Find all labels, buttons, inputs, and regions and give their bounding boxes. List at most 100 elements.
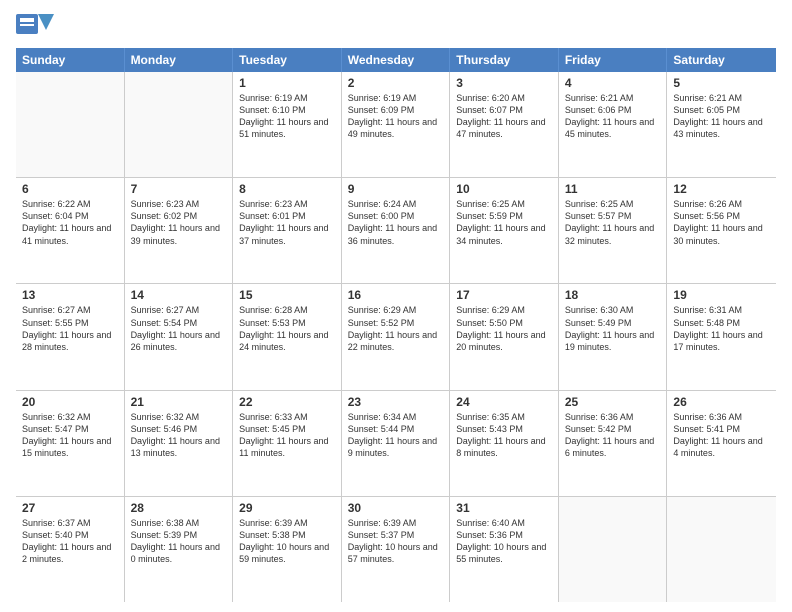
day-number: 16 [348, 288, 444, 302]
day-number: 30 [348, 501, 444, 515]
calendar-body: 1Sunrise: 6:19 AM Sunset: 6:10 PM Daylig… [16, 72, 776, 602]
day-info: Sunrise: 6:28 AM Sunset: 5:53 PM Dayligh… [239, 304, 335, 353]
empty-cell [559, 497, 668, 602]
day-cell-6: 6Sunrise: 6:22 AM Sunset: 6:04 PM Daylig… [16, 178, 125, 283]
day-cell-5: 5 Sunrise: 6:21 AM Sunset: 6:05 PM Daylig… [667, 72, 776, 177]
day-info: Sunrise: 6:30 AM Sunset: 5:49 PM Dayligh… [565, 304, 661, 353]
day-cell-3: 3Sunrise: 6:20 AM Sunset: 6:07 PM Daylig… [450, 72, 559, 177]
week-row-2: 6Sunrise: 6:22 AM Sunset: 6:04 PM Daylig… [16, 178, 776, 284]
day-info: Sunrise: 6:26 AM Sunset: 5:56 PM Dayligh… [673, 198, 770, 247]
header-day-friday: Friday [559, 48, 668, 72]
day-cell-27: 27Sunrise: 6:37 AM Sunset: 5:40 PM Dayli… [16, 497, 125, 602]
header [16, 10, 776, 42]
day-cell-31: 31 Sunrise: 6:40 AM Sunset: 5:36 PM Dayli… [450, 497, 559, 602]
calendar: SundayMondayTuesdayWednesdayThursdayFrid… [16, 48, 776, 602]
header-day-monday: Monday [125, 48, 234, 72]
day-number: 6 [22, 182, 118, 196]
day-cell-11: 11 Sunrise: 6:25 AM Sunset: 5:57 PM Dayli… [559, 178, 668, 283]
day-number: 10 [456, 182, 552, 196]
day-cell-4: 4 Sunrise: 6:21 AM Sunset: 6:06 PM Daylig… [559, 72, 668, 177]
day-cell-1: 1Sunrise: 6:19 AM Sunset: 6:10 PM Daylig… [233, 72, 342, 177]
day-cell-17: 17 Sunrise: 6:29 AM Sunset: 5:50 PM Dayli… [450, 284, 559, 389]
day-cell-15: 15Sunrise: 6:28 AM Sunset: 5:53 PM Dayli… [233, 284, 342, 389]
day-number: 8 [239, 182, 335, 196]
day-info: Sunrise: 6:39 AM Sunset: 5:37 PM Dayligh… [348, 517, 444, 566]
week-row-3: 13 Sunrise: 6:27 AM Sunset: 5:55 PM Dayli… [16, 284, 776, 390]
day-info: Sunrise: 6:20 AM Sunset: 6:07 PM Dayligh… [456, 92, 552, 141]
day-number: 17 [456, 288, 552, 302]
day-number: 24 [456, 395, 552, 409]
day-info: Sunrise: 6:21 AM Sunset: 6:05 PM Dayligh… [673, 92, 770, 141]
day-cell-7: 7Sunrise: 6:23 AM Sunset: 6:02 PM Daylig… [125, 178, 234, 283]
day-info: Sunrise: 6:39 AM Sunset: 5:38 PM Dayligh… [239, 517, 335, 566]
day-info: Sunrise: 6:27 AM Sunset: 5:54 PM Dayligh… [131, 304, 227, 353]
header-day-wednesday: Wednesday [342, 48, 451, 72]
empty-cell [125, 72, 234, 177]
day-number: 12 [673, 182, 770, 196]
page: SundayMondayTuesdayWednesdayThursdayFrid… [0, 0, 792, 612]
day-info: Sunrise: 6:32 AM Sunset: 5:47 PM Dayligh… [22, 411, 118, 460]
empty-cell [16, 72, 125, 177]
day-info: Sunrise: 6:37 AM Sunset: 5:40 PM Dayligh… [22, 517, 118, 566]
day-cell-30: 30 Sunrise: 6:39 AM Sunset: 5:37 PM Dayli… [342, 497, 451, 602]
logo-icon [16, 10, 54, 42]
day-cell-12: 12 Sunrise: 6:26 AM Sunset: 5:56 PM Dayli… [667, 178, 776, 283]
day-info: Sunrise: 6:25 AM Sunset: 5:59 PM Dayligh… [456, 198, 552, 247]
day-info: Sunrise: 6:21 AM Sunset: 6:06 PM Dayligh… [565, 92, 661, 141]
day-info: Sunrise: 6:36 AM Sunset: 5:42 PM Dayligh… [565, 411, 661, 460]
day-cell-16: 16 Sunrise: 6:29 AM Sunset: 5:52 PM Dayli… [342, 284, 451, 389]
day-cell-23: 23Sunrise: 6:34 AM Sunset: 5:44 PM Dayli… [342, 391, 451, 496]
day-cell-22: 22 Sunrise: 6:33 AM Sunset: 5:45 PM Dayli… [233, 391, 342, 496]
day-info: Sunrise: 6:36 AM Sunset: 5:41 PM Dayligh… [673, 411, 770, 460]
day-info: Sunrise: 6:24 AM Sunset: 6:00 PM Dayligh… [348, 198, 444, 247]
day-cell-8: 8 Sunrise: 6:23 AM Sunset: 6:01 PM Daylig… [233, 178, 342, 283]
day-number: 7 [131, 182, 227, 196]
day-info: Sunrise: 6:25 AM Sunset: 5:57 PM Dayligh… [565, 198, 661, 247]
day-number: 31 [456, 501, 552, 515]
day-cell-14: 14 Sunrise: 6:27 AM Sunset: 5:54 PM Dayli… [125, 284, 234, 389]
day-info: Sunrise: 6:31 AM Sunset: 5:48 PM Dayligh… [673, 304, 770, 353]
day-cell-2: 2 Sunrise: 6:19 AM Sunset: 6:09 PM Daylig… [342, 72, 451, 177]
day-number: 14 [131, 288, 227, 302]
day-number: 9 [348, 182, 444, 196]
day-number: 13 [22, 288, 118, 302]
day-cell-9: 9 Sunrise: 6:24 AM Sunset: 6:00 PM Daylig… [342, 178, 451, 283]
day-number: 20 [22, 395, 118, 409]
day-number: 21 [131, 395, 227, 409]
day-number: 28 [131, 501, 227, 515]
day-number: 26 [673, 395, 770, 409]
empty-cell [667, 497, 776, 602]
week-row-1: 1Sunrise: 6:19 AM Sunset: 6:10 PM Daylig… [16, 72, 776, 178]
day-info: Sunrise: 6:29 AM Sunset: 5:50 PM Dayligh… [456, 304, 552, 353]
calendar-header: SundayMondayTuesdayWednesdayThursdayFrid… [16, 48, 776, 72]
day-number: 1 [239, 76, 335, 90]
day-number: 11 [565, 182, 661, 196]
day-cell-13: 13 Sunrise: 6:27 AM Sunset: 5:55 PM Dayli… [16, 284, 125, 389]
day-info: Sunrise: 6:19 AM Sunset: 6:09 PM Dayligh… [348, 92, 444, 141]
day-info: Sunrise: 6:40 AM Sunset: 5:36 PM Dayligh… [456, 517, 552, 566]
day-info: Sunrise: 6:34 AM Sunset: 5:44 PM Dayligh… [348, 411, 444, 460]
day-info: Sunrise: 6:38 AM Sunset: 5:39 PM Dayligh… [131, 517, 227, 566]
day-number: 18 [565, 288, 661, 302]
day-number: 29 [239, 501, 335, 515]
day-info: Sunrise: 6:27 AM Sunset: 5:55 PM Dayligh… [22, 304, 118, 353]
day-cell-24: 24 Sunrise: 6:35 AM Sunset: 5:43 PM Dayli… [450, 391, 559, 496]
week-row-4: 20 Sunrise: 6:32 AM Sunset: 5:47 PM Dayli… [16, 391, 776, 497]
header-day-saturday: Saturday [667, 48, 776, 72]
week-row-5: 27Sunrise: 6:37 AM Sunset: 5:40 PM Dayli… [16, 497, 776, 602]
day-cell-28: 28 Sunrise: 6:38 AM Sunset: 5:39 PM Dayli… [125, 497, 234, 602]
day-info: Sunrise: 6:35 AM Sunset: 5:43 PM Dayligh… [456, 411, 552, 460]
day-info: Sunrise: 6:29 AM Sunset: 5:52 PM Dayligh… [348, 304, 444, 353]
day-number: 4 [565, 76, 661, 90]
day-info: Sunrise: 6:23 AM Sunset: 6:01 PM Dayligh… [239, 198, 335, 247]
day-number: 22 [239, 395, 335, 409]
day-number: 2 [348, 76, 444, 90]
day-number: 5 [673, 76, 770, 90]
day-number: 19 [673, 288, 770, 302]
day-cell-26: 26 Sunrise: 6:36 AM Sunset: 5:41 PM Dayli… [667, 391, 776, 496]
day-cell-29: 29 Sunrise: 6:39 AM Sunset: 5:38 PM Dayli… [233, 497, 342, 602]
day-info: Sunrise: 6:33 AM Sunset: 5:45 PM Dayligh… [239, 411, 335, 460]
day-cell-21: 21Sunrise: 6:32 AM Sunset: 5:46 PM Dayli… [125, 391, 234, 496]
day-cell-18: 18 Sunrise: 6:30 AM Sunset: 5:49 PM Dayli… [559, 284, 668, 389]
day-cell-19: 19 Sunrise: 6:31 AM Sunset: 5:48 PM Dayli… [667, 284, 776, 389]
